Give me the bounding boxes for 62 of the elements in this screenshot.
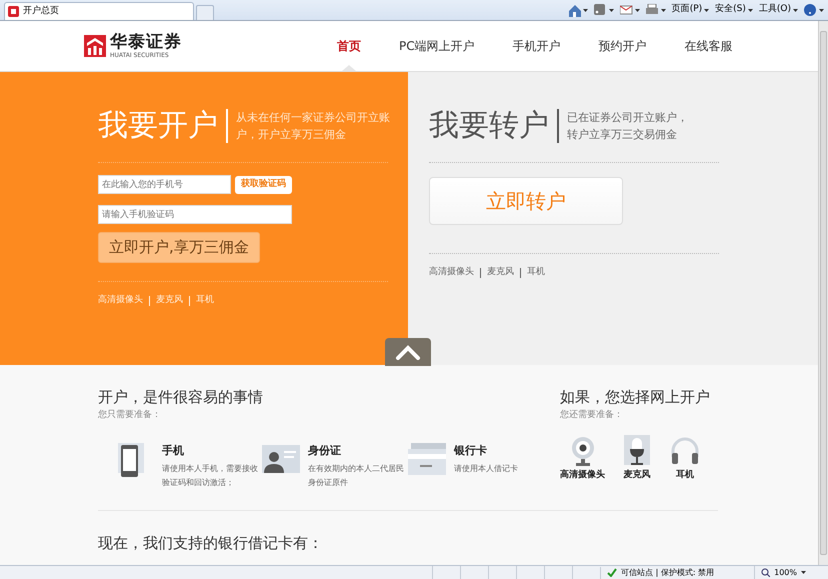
caret-icon xyxy=(748,8,753,12)
device-label: 麦克风 xyxy=(624,468,650,482)
logo-icon xyxy=(84,35,106,57)
menu-button[interactable]: 安全(S) xyxy=(715,3,753,17)
bank-card-icon xyxy=(408,442,446,476)
caret-icon xyxy=(801,571,806,574)
code-input[interactable]: 请输入手机验证码 xyxy=(98,205,292,224)
item-text: 在有效期内的本人二代居民身份证原件 xyxy=(308,463,404,489)
security-zone-text: 可信站点 | 保护模式: 禁用 xyxy=(621,566,714,578)
zoom-button[interactable]: 100% xyxy=(754,566,828,579)
item-text: 请使用本人借记卡 xyxy=(454,463,519,475)
scroll-up-button[interactable] xyxy=(385,338,431,366)
device-link[interactable]: 麦克风 xyxy=(487,266,514,280)
description: 已在证券公司开立账户，转户立享万三交易佣金 xyxy=(567,110,689,143)
section-title: 现在，我们支持的银行借记卡有： xyxy=(98,533,323,553)
mail-icon xyxy=(620,4,633,16)
nav-link[interactable]: 预约开户 xyxy=(580,21,666,71)
logo-text: 华泰证券 xyxy=(110,34,182,50)
microphone-icon xyxy=(621,434,653,466)
scrollbar[interactable] xyxy=(818,21,828,565)
toolbar-button[interactable] xyxy=(804,4,824,16)
phone-input[interactable]: 在此输入您的手机号 xyxy=(98,175,231,194)
caret-icon xyxy=(634,8,640,12)
menu-button[interactable]: 页面(P) xyxy=(672,3,710,17)
caret-icon xyxy=(582,8,588,12)
caret-icon xyxy=(660,8,666,12)
device-link[interactable]: 高清摄像头 xyxy=(429,266,474,280)
heading: 我要开户 xyxy=(98,111,218,141)
toolbar-button[interactable] xyxy=(594,4,614,16)
headphones-icon xyxy=(669,434,701,466)
nav-link[interactable]: 在线客服 xyxy=(666,21,752,71)
heading: 我要转户 xyxy=(429,111,549,141)
item-title: 银行卡 xyxy=(454,442,488,458)
section-subtitle: 您还需要准备： xyxy=(560,409,624,422)
caret-icon xyxy=(704,8,710,12)
description: 从未在任何一家证券公司开立账户，开户立享万三佣金 xyxy=(236,110,391,143)
browser-tab[interactable]: 开户总页 xyxy=(4,2,194,20)
open-account-button[interactable]: 立即开户,享万三佣金 xyxy=(98,232,260,263)
item-title: 身份证 xyxy=(308,442,342,458)
section-title: 如果，您选择网上开户 xyxy=(560,387,710,407)
section-subtitle: 您只需要准备： xyxy=(98,409,162,422)
section-title: 开户，是件很容易的事情 xyxy=(98,387,263,407)
toolbar-button[interactable] xyxy=(568,4,588,16)
device-label: 高清摄像头 xyxy=(560,468,605,482)
home-icon xyxy=(568,4,581,16)
check-icon xyxy=(607,568,618,577)
toolbar-button[interactable] xyxy=(620,4,640,16)
nav-link[interactable]: PC端网上开户 xyxy=(380,21,494,71)
item-title: 手机 xyxy=(162,442,185,458)
caret-icon xyxy=(608,8,614,12)
device-link[interactable]: 耳机 xyxy=(527,266,545,280)
site-icon xyxy=(8,6,19,17)
toolbar-button[interactable] xyxy=(646,4,666,16)
printer-icon xyxy=(646,4,659,16)
device-label: 耳机 xyxy=(676,468,694,482)
caret-icon xyxy=(819,8,824,12)
menu-button[interactable]: 工具(O) xyxy=(758,3,798,17)
item-text: 请使用本人手机，需要接收验证码和回访激活； xyxy=(162,463,258,489)
caret-icon xyxy=(793,8,798,12)
nav-link[interactable]: 手机开户 xyxy=(494,21,580,71)
chevron-up-icon xyxy=(395,344,421,360)
zoom-icon xyxy=(761,568,770,577)
